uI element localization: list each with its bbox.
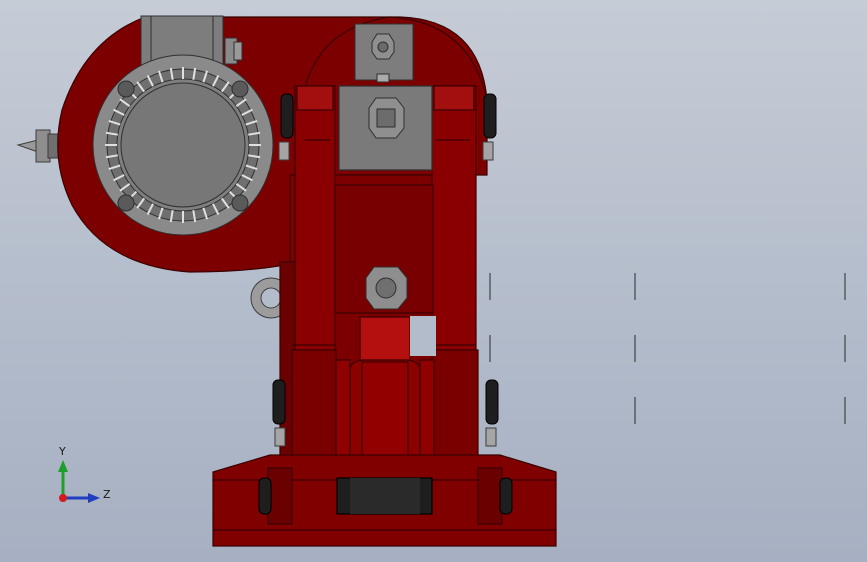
- z-axis-arrow: [88, 493, 100, 503]
- y-axis-label: Y: [58, 445, 66, 458]
- gap-opening: [410, 316, 436, 356]
- hex-nut-middle: [365, 266, 408, 310]
- hex-nut-upper: [368, 97, 405, 139]
- hidden-edge-marks: [489, 273, 846, 424]
- motor-face: [92, 54, 274, 236]
- top-fitting: [354, 23, 414, 83]
- triad-origin: [59, 494, 67, 502]
- left-upper-link: [292, 85, 336, 351]
- shaft-spike: [16, 129, 59, 163]
- right-upper-link: [431, 85, 477, 351]
- cad-viewport[interactable]: Y Z: [0, 0, 867, 562]
- y-axis-arrow: [58, 460, 68, 472]
- orientation-triad[interactable]: Y Z: [58, 445, 111, 503]
- z-axis-label: Z: [103, 488, 111, 501]
- robot-arm-model[interactable]: [16, 15, 557, 547]
- center-roller: [349, 316, 421, 461]
